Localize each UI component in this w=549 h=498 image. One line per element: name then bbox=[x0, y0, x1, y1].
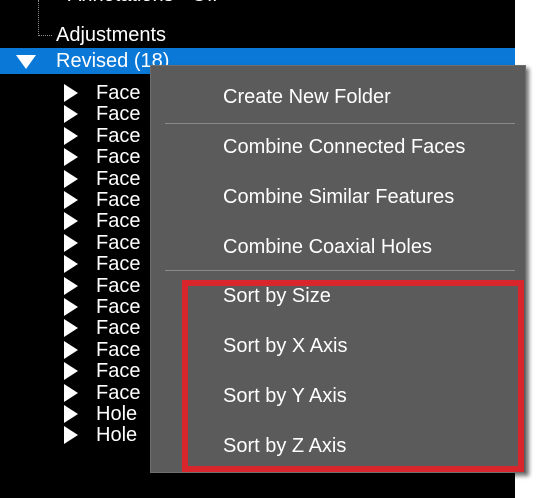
menu-item-combine-similar-features[interactable]: Combine Similar Features bbox=[151, 172, 527, 222]
menu-item-sort-by-y-axis[interactable]: Sort by Y Axis bbox=[151, 371, 527, 421]
expand-icon[interactable] bbox=[64, 277, 78, 295]
expand-icon[interactable] bbox=[64, 255, 78, 273]
menu-item-label: Combine Connected Faces bbox=[223, 136, 466, 158]
tree-item-label: Face bbox=[96, 103, 141, 125]
menu-item-label: Combine Coaxial Holes bbox=[223, 236, 432, 258]
expand-icon[interactable] bbox=[64, 405, 78, 423]
expand-icon[interactable] bbox=[64, 234, 78, 252]
menu-item-sort-by-x-axis[interactable]: Sort by X Axis bbox=[151, 321, 527, 371]
expand-icon[interactable] bbox=[64, 384, 78, 402]
expand-icon[interactable] bbox=[64, 170, 78, 188]
tree-item-annotations[interactable]: Annotations - Off bbox=[68, 0, 218, 8]
expand-icon[interactable] bbox=[64, 341, 78, 359]
menu-item-combine-coaxial-holes[interactable]: Combine Coaxial Holes bbox=[151, 222, 527, 272]
tree-item-label: Face bbox=[96, 317, 141, 339]
tree-item-label: Face bbox=[96, 210, 141, 232]
tree-item-label: Face bbox=[96, 146, 141, 168]
menu-item-sort-by-size[interactable]: Sort by Size bbox=[151, 271, 527, 321]
tree-item-label: Adjustments bbox=[56, 24, 167, 46]
tree-item-label: Hole bbox=[96, 424, 138, 446]
expand-icon[interactable] bbox=[64, 191, 78, 209]
context-menu: Create New Folder Combine Connected Face… bbox=[150, 65, 526, 473]
expand-icon[interactable] bbox=[64, 127, 78, 145]
expand-icon[interactable] bbox=[64, 319, 78, 337]
menu-item-label: Sort by Z Axis bbox=[223, 435, 347, 457]
expand-icon[interactable] bbox=[64, 426, 78, 444]
tree-item-adjustments[interactable]: Adjustments bbox=[0, 22, 532, 48]
app-root: Annotations - Off Adjustments Revised (1… bbox=[0, 0, 549, 498]
expand-icon[interactable] bbox=[64, 298, 78, 316]
menu-item-label: Sort by Y Axis bbox=[223, 385, 347, 407]
menu-item-create-new-folder[interactable]: Create New Folder bbox=[151, 72, 527, 122]
expand-icon[interactable] bbox=[64, 212, 78, 230]
menu-item-combine-connected-faces[interactable]: Combine Connected Faces bbox=[151, 122, 527, 172]
menu-item-label: Sort by X Axis bbox=[223, 335, 348, 357]
tree-item-label: Face bbox=[96, 253, 141, 275]
expand-icon[interactable] bbox=[64, 148, 78, 166]
expand-icon[interactable] bbox=[64, 84, 78, 102]
tree-item-label: Face bbox=[96, 360, 141, 382]
expand-icon[interactable] bbox=[64, 362, 78, 380]
expand-collapse-icon[interactable] bbox=[16, 55, 36, 69]
menu-item-label: Sort by Size bbox=[223, 285, 331, 307]
menu-item-label: Create New Folder bbox=[223, 86, 391, 108]
menu-item-label: Combine Similar Features bbox=[223, 186, 455, 208]
expand-icon[interactable] bbox=[64, 105, 78, 123]
menu-item-sort-by-z-axis[interactable]: Sort by Z Axis bbox=[151, 421, 527, 471]
